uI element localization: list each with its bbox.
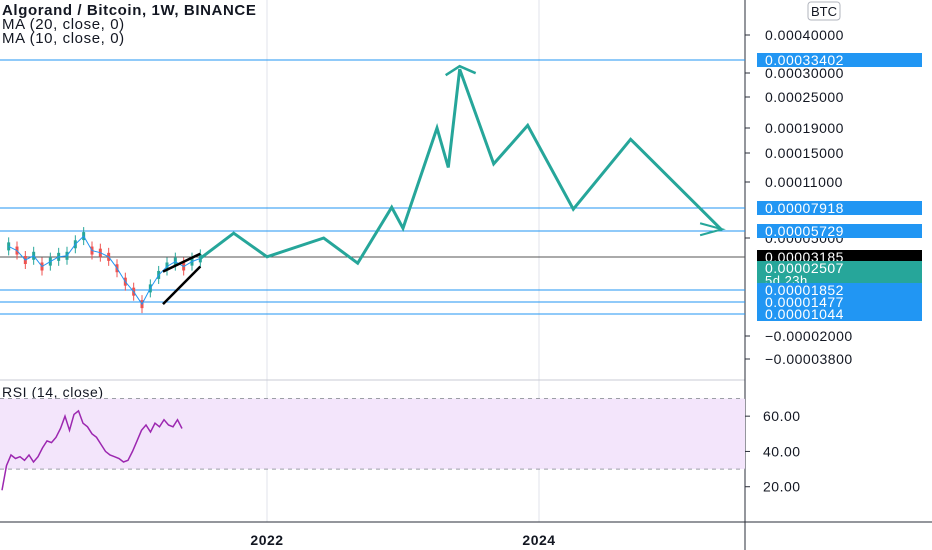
price-tag-label: 0.00033402 [765,52,844,68]
rsi-tick-label: 40.00 [763,443,801,459]
price-tick-label: 0.00011000 [765,174,843,190]
time-tick-label: 2024 [522,532,555,548]
time-axis[interactable]: 2022 2024 [250,532,555,548]
price-tick-label: 0.00015000 [765,145,844,161]
price-tick-label: −0.00002000 [765,328,853,344]
price-tick-label: 0.00019000 [765,120,844,136]
rsi-tick-label: 60.00 [763,408,801,424]
price-tick-label: 0.00040000 [765,27,844,43]
price-tag-label: 0.00001044 [765,306,844,322]
currency-badge: BTC [807,1,841,21]
price-tag: 0.00007918 [757,200,922,216]
price-candles [7,227,202,314]
price-tag: 0.00001044 [757,306,922,322]
price-tick-label: −0.00003800 [765,351,853,367]
rsi-panel [0,398,745,491]
horizontal-levels [0,59,745,315]
price-tag: 0.00005729 [757,223,922,239]
price-tag-label: 0.00007918 [765,200,844,216]
projection-path [199,64,726,266]
price-tag: 0.00033402 [757,52,922,68]
price-tag-label: 0.00005729 [765,223,844,239]
rsi-tick-label: 20.00 [763,479,801,495]
price-tick-label: 0.00025000 [765,89,844,105]
time-tick-label: 2022 [250,532,283,548]
channel-lower-line [162,265,202,306]
rsi-band [0,398,745,470]
currency-badge-label: BTC [811,4,837,19]
projection-line [199,68,724,266]
channel-upper-line [162,252,201,273]
price-chart[interactable]: 0.000400000.000300000.000250000.00019000… [0,0,932,550]
